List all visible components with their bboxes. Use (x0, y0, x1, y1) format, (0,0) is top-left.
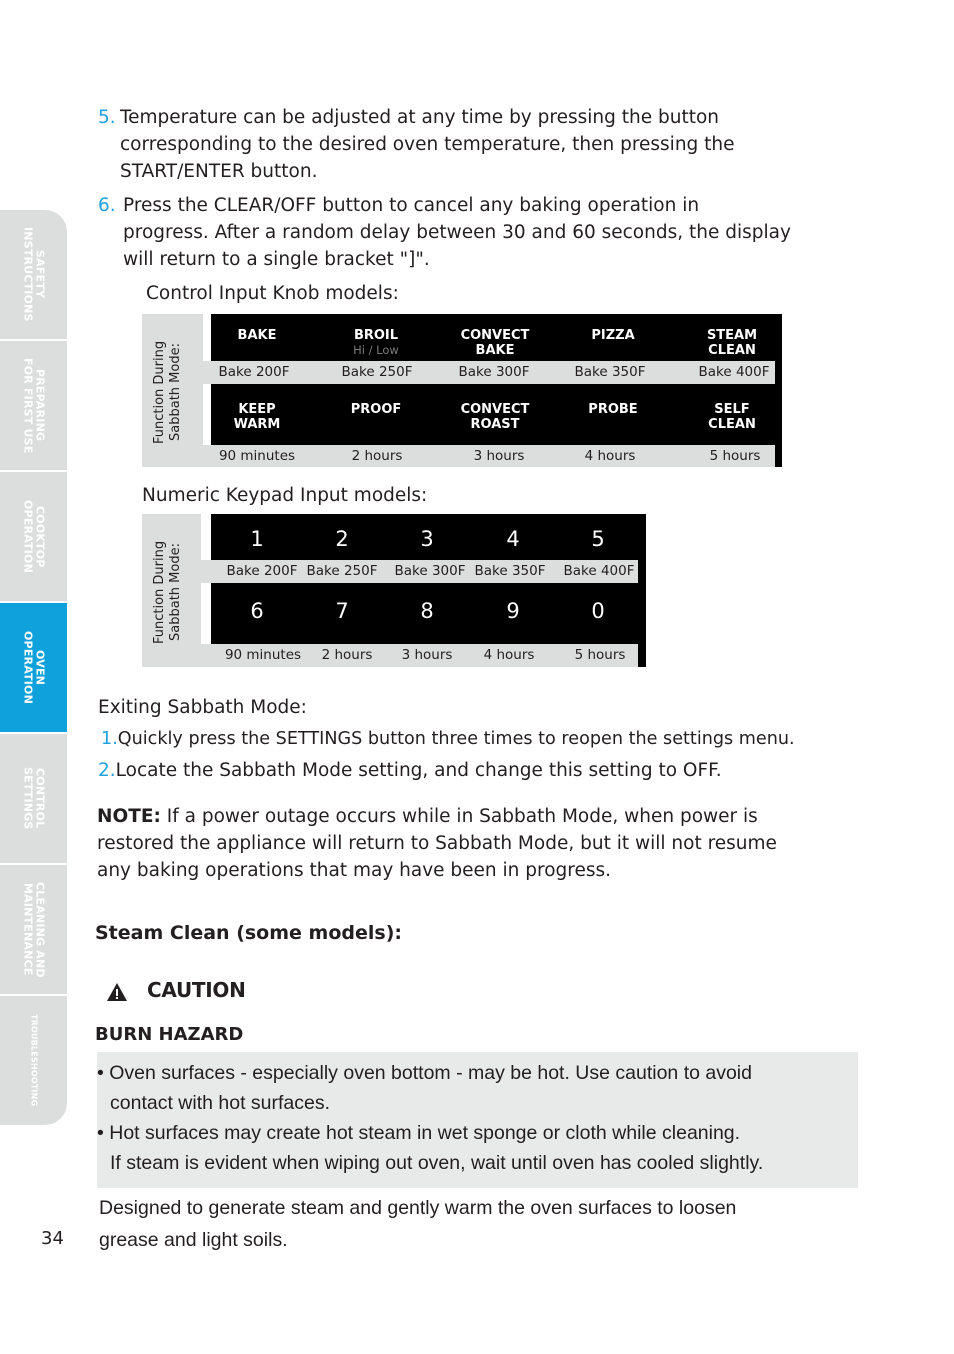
keypad-models-table: Function During Sabbath Mode: 1 2 3 4 5 … (142, 514, 646, 667)
value-cell: Bake 250F (341, 364, 413, 380)
value-cell: Bake 350F (474, 563, 546, 579)
value-cell: Bake 250F (306, 563, 378, 579)
key-6: 6 (250, 599, 264, 623)
step-text-line: will return to a single bracket "]". (123, 249, 430, 270)
note-text-line: restored the appliance will return to Sa… (97, 833, 777, 854)
steam-clean-button: STEAM CLEAN (706, 328, 758, 358)
bake-button: BAKE (237, 328, 277, 343)
side-tab-cooktop-operation[interactable]: COOKTOP OPERATION (0, 472, 67, 603)
value-cell: 5 hours (574, 647, 626, 663)
steam-clean-heading: Steam Clean (some models): (95, 922, 402, 944)
side-tab-label: TROUBLESHOOTING (29, 1014, 39, 1107)
value-cell: 4 hours (483, 647, 535, 663)
side-tab-label: CONTROL SETTINGS (21, 767, 47, 830)
value-cell: Bake 200F (226, 563, 298, 579)
step-number: 1. (101, 729, 118, 749)
note-text-line: any baking operations that may have been… (97, 860, 612, 881)
note-label: NOTE: (97, 806, 161, 827)
exiting-heading: Exiting Sabbath Mode: (98, 697, 307, 718)
key-3: 3 (420, 527, 434, 551)
step-text-line: Press the CLEAR/OFF button to cancel any… (123, 195, 700, 216)
side-tab-label: OVEN OPERATION (21, 630, 47, 704)
value-cell: Bake 400F (698, 364, 770, 380)
caution-box: • Oven surfaces - especially oven bottom… (97, 1052, 858, 1188)
broil-sub-label: Hi / Low (353, 343, 399, 357)
key-0: 0 (591, 599, 605, 623)
broil-button: BROIL Hi / Low (336, 328, 416, 357)
burn-hazard-title: BURN HAZARD (95, 1024, 244, 1045)
caution-bullet: • Oven surfaces - especially oven bottom… (97, 1062, 752, 1114)
caution-label: CAUTION (147, 978, 246, 1002)
side-tab-oven-operation[interactable]: OVEN OPERATION (0, 603, 67, 734)
pizza-button: PIZZA (591, 328, 635, 343)
step-number: 2. (98, 760, 116, 781)
note-paragraph: NOTE: If a power outage occurs while in … (97, 803, 877, 884)
value-cell: 3 hours (473, 448, 525, 464)
side-tab-label: PREPARING FOR FIRST USE (21, 357, 47, 454)
step-text-line: Temperature can be adjusted at any time … (120, 107, 719, 128)
keep-warm-button: KEEP WARM (233, 402, 281, 432)
warning-triangle-icon (106, 982, 128, 1002)
step-text: Locate the Sabbath Mode setting, and cha… (115, 760, 722, 781)
sabbath-side-label: Function During Sabbath Mode: (152, 340, 183, 445)
sabbath-side-label: Function During Sabbath Mode: (152, 540, 183, 645)
value-cell: Bake 200F (218, 364, 290, 380)
steam-clean-description: Designed to generate steam and gently wa… (99, 1197, 737, 1251)
key-2: 2 (335, 527, 349, 551)
proof-button: PROOF (350, 402, 402, 417)
knob-models-table: Function During Sabbath Mode: BAKE BROIL… (142, 314, 782, 467)
side-tab-cleaning-maintenance[interactable]: CLEANING AND MAINTENANCE (0, 865, 67, 996)
step-number: 5. (98, 107, 116, 128)
value-cell: 2 hours (351, 448, 403, 464)
step-5: 5. Temperature can be adjusted at any ti… (98, 104, 858, 185)
convect-roast-button: CONVECT ROAST (460, 402, 530, 432)
value-cell: 2 hours (321, 647, 373, 663)
side-tab-safety-instructions[interactable]: SAFETY INSTRUCTIONS (0, 210, 67, 341)
side-tab-label: COOKTOP OPERATION (21, 499, 47, 573)
step-text-line: progress. After a random delay between 3… (123, 222, 791, 243)
side-tab-label: SAFETY INSTRUCTIONS (21, 227, 47, 322)
value-cell: Bake 350F (574, 364, 646, 380)
page-number: 34 (41, 1228, 64, 1249)
value-cell: Bake 300F (394, 563, 466, 579)
side-tabs: SAFETY INSTRUCTIONS PREPARING FOR FIRST … (0, 210, 68, 1125)
side-tab-control-settings[interactable]: CONTROL SETTINGS (0, 734, 67, 865)
step-text-line: corresponding to the desired oven temper… (120, 134, 735, 155)
step-text: Quickly press the SETTINGS button three … (117, 729, 795, 749)
value-cell: 4 hours (584, 448, 636, 464)
probe-button: PROBE (588, 402, 638, 417)
knob-models-heading: Control Input Knob models: (146, 283, 399, 304)
key-8: 8 (420, 599, 434, 623)
key-7: 7 (335, 599, 349, 623)
note-text-line: If a power outage occurs while in Sabbat… (160, 806, 758, 827)
key-1: 1 (250, 527, 264, 551)
step-6: 6. Press the CLEAR/OFF button to cancel … (98, 192, 878, 273)
step-text-line: START/ENTER button. (120, 161, 318, 182)
value-cell: 90 minutes (224, 647, 302, 663)
key-4: 4 (506, 527, 520, 551)
self-clean-button: SELF CLEAN (708, 402, 756, 432)
value-cell: Bake 400F (563, 563, 635, 579)
exit-step-1: 1.Quickly press the SETTINGS button thre… (101, 726, 795, 753)
keypad-models-heading: Numeric Keypad Input models: (142, 485, 428, 506)
exit-step-2: 2.Locate the Sabbath Mode setting, and c… (98, 757, 722, 784)
step-number: 6. (98, 195, 116, 216)
value-cell: Bake 300F (458, 364, 530, 380)
value-cell: 5 hours (709, 448, 761, 464)
side-tab-label: CLEANING AND MAINTENANCE (21, 881, 47, 978)
key-9: 9 (506, 599, 520, 623)
key-5: 5 (591, 527, 605, 551)
caution-bullet: • Hot surfaces may create hot steam in w… (97, 1122, 764, 1174)
value-cell: 90 minutes (218, 448, 296, 464)
side-tab-troubleshooting[interactable]: TROUBLESHOOTING (0, 996, 67, 1125)
convect-bake-button: CONVECT BAKE (460, 328, 530, 358)
side-tab-preparing-first-use[interactable]: PREPARING FOR FIRST USE (0, 341, 67, 472)
value-cell: 3 hours (401, 647, 453, 663)
